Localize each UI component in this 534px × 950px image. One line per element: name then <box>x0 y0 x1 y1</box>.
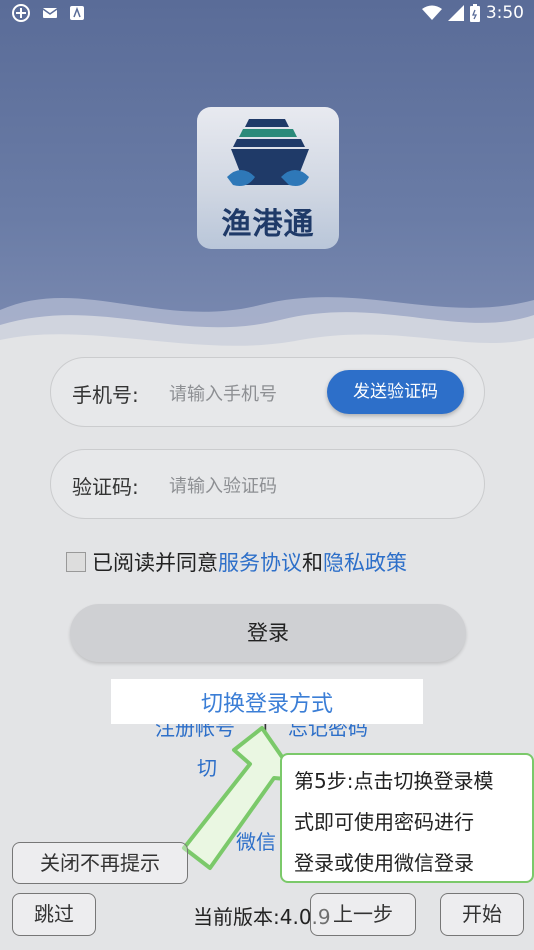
service-agreement-link[interactable]: 服务协议 <box>218 547 302 577</box>
tip-line-3: 登录或使用微信登录 <box>294 851 474 875</box>
login-button[interactable]: 登录 <box>70 604 466 662</box>
app-notification-icon <box>12 4 30 22</box>
agreement-and: 和 <box>302 551 323 575</box>
switch-login-mode-button[interactable]: 切换登录方式 <box>111 679 423 724</box>
privacy-policy-link[interactable]: 隐私政策 <box>323 547 407 577</box>
start-button[interactable]: 开始 <box>440 893 524 936</box>
app-logo: 渔港通 <box>197 107 339 249</box>
agree-checkbox[interactable] <box>66 552 86 572</box>
font-icon <box>70 6 84 20</box>
wave-decoration <box>0 297 534 370</box>
skip-button[interactable]: 跳过 <box>12 893 96 936</box>
tip-line-2: 式即可使用密码进行 <box>294 810 474 834</box>
tutorial-tip: 第5步:点击切换登录模 式即可使用密码进行 登录或使用微信登录 <box>280 753 534 883</box>
code-label: 验证码: <box>72 475 139 499</box>
send-code-button[interactable]: 发送验证码 <box>327 370 464 414</box>
logo-text: 渔港通 <box>221 207 315 242</box>
code-input[interactable]: 请输入验证码 <box>169 472 277 498</box>
close-no-prompt-button[interactable]: 关闭不再提示 <box>12 842 188 884</box>
prev-step-button[interactable]: 上一步 <box>310 893 416 936</box>
tip-line-1: 第5步:点击切换登录模 <box>294 769 494 793</box>
ship-icon <box>227 119 309 186</box>
agreement-row: 已阅读并同意 服务协议 和 隐私政策 <box>66 547 407 577</box>
status-bar: 3:50 <box>0 0 534 28</box>
battery-icon <box>469 4 480 22</box>
signal-icon <box>447 5 464 21</box>
agreement-prefix: 已阅读并同意 <box>92 551 218 575</box>
wifi-icon <box>421 5 442 20</box>
phone-input[interactable]: 请输入手机号 <box>169 380 277 406</box>
code-field[interactable]: 验证码: 请输入验证码 <box>50 449 485 519</box>
phone-label: 手机号: <box>72 383 139 407</box>
mail-icon <box>42 8 58 18</box>
clock: 3:50 <box>485 3 524 23</box>
